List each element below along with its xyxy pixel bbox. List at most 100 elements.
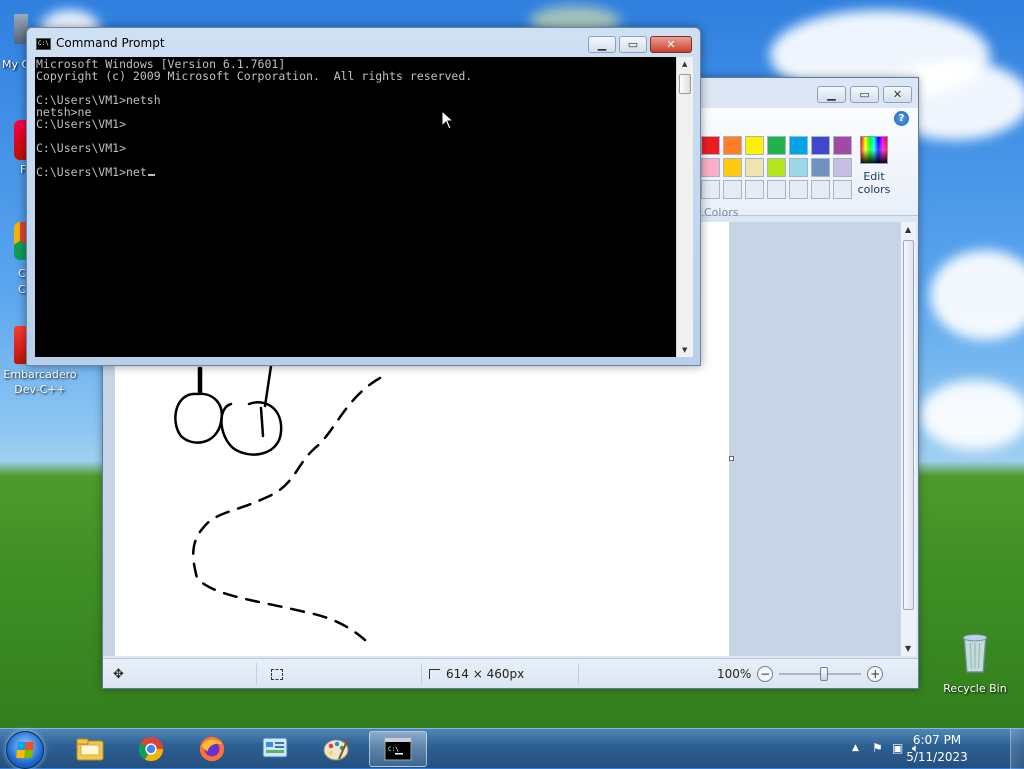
color-swatch[interactable] (789, 180, 808, 199)
paint-maximize-button[interactable]: ▭ (850, 86, 879, 103)
zoom-out-button[interactable]: − (757, 666, 774, 682)
paint-close-button[interactable]: ✕ (883, 86, 912, 103)
folder-icon (76, 738, 104, 761)
console-prompt-line[interactable]: C:\Users\VM1>net (36, 166, 675, 178)
console-line: Copyright (c) 2009 Microsoft Corporation… (36, 69, 473, 83)
clock-time: 6:07 PM (912, 733, 962, 747)
image-size-section: 614 × 460px (429, 659, 524, 689)
recycle-bin-icon (962, 634, 988, 673)
console-line: C:\Users\VM1>netsh (36, 93, 161, 107)
cmd-scrollbar-thumb[interactable] (679, 74, 691, 94)
taskbar: C:\ ▲ ⚑ ▣ 🔈︎ 6:07 PM 5/11/2023 (0, 728, 1024, 769)
show-hidden-icons-icon[interactable]: ▲ (852, 743, 867, 758)
drawn-stroke (220, 401, 283, 456)
cmd-close-button[interactable]: ✕ (650, 36, 692, 53)
zoom-slider-knob[interactable] (820, 667, 828, 681)
color-swatch[interactable] (811, 136, 830, 155)
color-palette (701, 136, 852, 199)
image-size-text: 614 × 460px (446, 667, 525, 681)
desktop-icon-recycle-bin[interactable]: Recycle Bin (935, 630, 1015, 695)
taskbar-chrome[interactable] (122, 731, 180, 767)
color-swatch[interactable] (767, 136, 786, 155)
zoom-section: 100% − + (717, 659, 884, 689)
zoom-slider[interactable] (779, 667, 862, 681)
color-swatch[interactable] (811, 158, 830, 177)
desktop-icon-label: Embarcadero Dev-C++ (3, 368, 77, 396)
chrome-icon (138, 736, 164, 762)
cmd-titlebar[interactable]: C:\ Command Prompt ▁ ▭ ✕ (27, 28, 700, 58)
color-swatch[interactable] (723, 136, 742, 155)
taskbar-explorer[interactable] (61, 731, 119, 767)
canvas-resize-handle[interactable] (729, 456, 734, 461)
color-swatch[interactable] (701, 158, 720, 177)
color-swatch[interactable] (701, 136, 720, 155)
show-desktop-button[interactable] (1010, 729, 1024, 769)
selection-icon (271, 668, 283, 680)
console-line: netsh>ne (36, 105, 92, 119)
cmd-vertical-scrollbar[interactable]: ▲ ▼ (676, 57, 693, 357)
desktop-label-fragment: C (18, 267, 26, 280)
system-tray: ▲ ⚑ ▣ 🔈︎ 6:07 PM 5/11/2023 (834, 729, 1024, 769)
scrollbar-thumb[interactable] (903, 240, 914, 610)
color-spectrum-icon (860, 136, 888, 164)
console-output[interactable]: Microsoft Windows [Version 6.1.7601] Cop… (35, 57, 676, 357)
taskbar-control-panel[interactable] (246, 731, 304, 767)
paint-window-controls: ▁ ▭ ✕ (817, 86, 912, 103)
image-size-icon (429, 669, 440, 679)
color-swatch[interactable] (767, 158, 786, 177)
clock-date: 5/11/2023 (906, 750, 968, 764)
desktop-icon-label: Recycle Bin (943, 682, 1007, 695)
firefox-icon (199, 736, 225, 762)
cmd-minimize-button[interactable]: ▁ (588, 36, 616, 53)
control-panel-icon (262, 737, 288, 758)
color-swatch[interactable] (833, 180, 852, 199)
color-swatch[interactable] (767, 180, 786, 199)
color-swatch[interactable] (833, 136, 852, 155)
color-swatch[interactable] (811, 180, 830, 199)
paint-status-bar: ✥ 614 × 460px 100% − + (103, 658, 918, 688)
color-swatch[interactable] (745, 136, 764, 155)
selection-size-section (271, 659, 283, 689)
taskbar-firefox[interactable] (183, 731, 241, 767)
color-swatch[interactable] (789, 136, 808, 155)
cmd-window-title: Command Prompt (56, 36, 165, 50)
console-line: C:\Users\VM1> (36, 141, 127, 155)
drawn-stroke (259, 406, 265, 438)
move-cursor-icon: ✥ (113, 666, 124, 682)
color-swatch[interactable] (745, 180, 764, 199)
svg-text:C:\: C:\ (388, 746, 399, 753)
paint-palette-icon (323, 738, 349, 761)
start-button[interactable] (6, 731, 44, 769)
edit-colors-button[interactable]: Edit colors (852, 136, 896, 196)
cmd-maximize-button[interactable]: ▭ (619, 36, 647, 53)
cursor-position-section: ✥ (113, 659, 124, 689)
taskbar-clock[interactable]: 6:07 PM 5/11/2023 (902, 732, 972, 766)
paint-vertical-scrollbar[interactable]: ▲ ▼ (900, 222, 916, 656)
console-line: C:\Users\VM1> (36, 117, 127, 131)
desktop-label-fragment: C (18, 283, 26, 296)
zoom-percent: 100% (717, 667, 752, 681)
color-swatch[interactable] (833, 158, 852, 177)
mouse-pointer-icon (441, 110, 455, 130)
taskbar-paint[interactable] (307, 731, 365, 767)
cmd-app-icon: C:\ (36, 38, 51, 50)
help-icon[interactable]: ? (894, 111, 909, 126)
console-current-input: C:\Users\VM1>net (36, 165, 147, 179)
cmd-window-controls: ▁ ▭ ✕ (588, 36, 692, 53)
color-swatch[interactable] (723, 158, 742, 177)
zoom-in-button[interactable]: + (867, 666, 884, 682)
taskbar-command-prompt[interactable]: C:\ (369, 731, 427, 767)
color-swatch[interactable] (701, 180, 720, 199)
chrome-desktop-icon[interactable] (14, 222, 26, 260)
paint-minimize-button[interactable]: ▁ (817, 86, 846, 103)
colors-group-label: Colors (704, 206, 739, 219)
edit-colors-label: Edit colors (857, 170, 891, 196)
command-prompt-icon: C:\ (384, 737, 412, 761)
color-swatch[interactable] (789, 158, 808, 177)
color-swatch[interactable] (723, 180, 742, 199)
action-center-flag-icon[interactable]: ⚑ (872, 741, 887, 756)
command-prompt-window: C:\ Command Prompt ▁ ▭ ✕ Microsoft Windo… (26, 27, 701, 366)
desktop-icon-partial-1[interactable] (14, 120, 26, 160)
color-swatch[interactable] (745, 158, 764, 177)
